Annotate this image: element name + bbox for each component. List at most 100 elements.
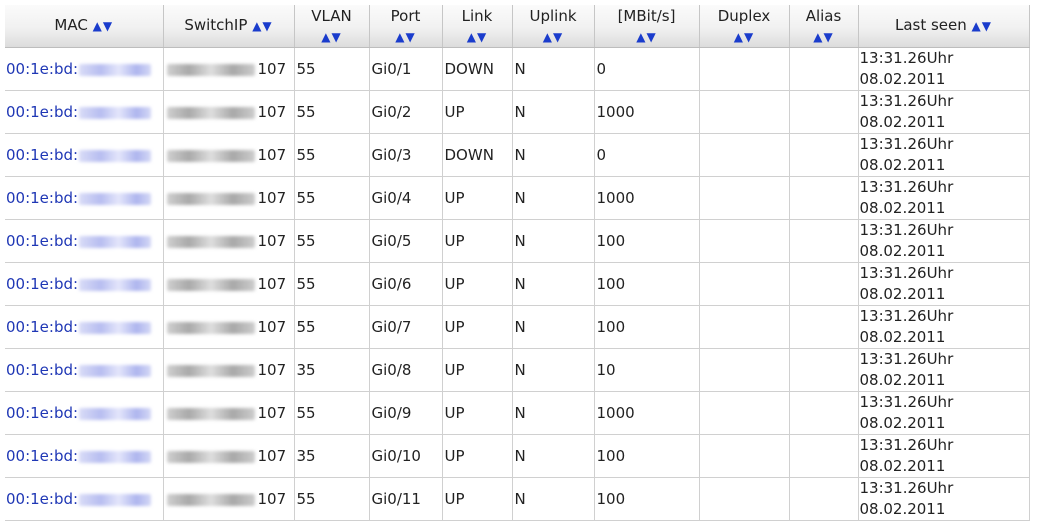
sort-arrows-icon[interactable]: ▲▼ (513, 26, 594, 47)
redacted-mac-suffix (79, 235, 152, 248)
mac-address-link[interactable]: 00:1e:bd: (6, 103, 78, 121)
port-cell: Gi0/10 (369, 434, 443, 478)
sort-arrows-icon[interactable]: ▲▼ (595, 26, 699, 47)
alias-cell (789, 348, 859, 392)
sort-arrows-icon[interactable]: ▲▼ (295, 26, 369, 47)
duplex-cell (699, 305, 790, 349)
link-status-cell: UP (442, 176, 513, 220)
mac-address-cell[interactable]: 00:1e:bd: (5, 434, 164, 478)
mac-address-link[interactable]: 00:1e:bd: (6, 490, 78, 508)
last-seen-date: 08.02.2011 (859, 414, 946, 432)
duplex-cell (699, 434, 790, 478)
table-body: 00:1e:bd: 107 55 Gi0/1 DOWN N 0 13:31.26Uhr 08.0… (5, 47, 1030, 521)
mac-address-cell[interactable]: 00:1e:bd: (5, 176, 164, 220)
redacted-mac-suffix (79, 321, 152, 334)
mac-address-link[interactable]: 00:1e:bd: (6, 232, 78, 250)
alias-cell (789, 90, 859, 134)
redacted-ip-prefix (166, 407, 255, 420)
sort-arrows-icon[interactable]: ▲▼ (972, 19, 992, 33)
alias-cell (789, 262, 859, 306)
link-status-cell: UP (442, 305, 513, 349)
link-status-cell: UP (442, 434, 513, 478)
last-seen-date: 08.02.2011 (859, 156, 946, 174)
switch-ip-cell: 107 (163, 305, 295, 349)
uplink-cell: N (512, 305, 595, 349)
redacted-mac-suffix (79, 106, 152, 119)
mac-address-link[interactable]: 00:1e:bd: (6, 146, 78, 164)
last-seen-time: 13:31.26Uhr (859, 393, 954, 411)
column-header-uplink[interactable]: Uplink ▲▼ (512, 5, 595, 48)
sort-arrows-icon[interactable]: ▲▼ (790, 26, 858, 47)
table-row: 00:1e:bd: 107 55 Gi0/4 UP N 1000 13:31.26Uhr 08.… (5, 176, 1030, 220)
column-header-last-seen[interactable]: Last seen ▲▼ (858, 5, 1030, 48)
mac-address-link[interactable]: 00:1e:bd: (6, 318, 78, 336)
vlan-cell: 55 (294, 305, 370, 349)
link-status-cell: UP (442, 348, 513, 392)
column-header-duplex[interactable]: Duplex ▲▼ (699, 5, 790, 48)
mac-address-cell[interactable]: 00:1e:bd: (5, 219, 164, 263)
duplex-cell (699, 391, 790, 435)
column-header-mac[interactable]: MAC ▲▼ (5, 5, 164, 48)
last-seen-time: 13:31.26Uhr (859, 92, 954, 110)
table-header-row: MAC ▲▼ SwitchIP ▲▼ VLAN ▲▼ Port ▲▼ Link (5, 5, 1030, 48)
mac-address-cell[interactable]: 00:1e:bd: (5, 90, 164, 134)
vlan-cell: 55 (294, 262, 370, 306)
mac-address-cell[interactable]: 00:1e:bd: (5, 47, 164, 91)
speed-cell: 1000 (594, 176, 700, 220)
column-label-mac: MAC (54, 16, 88, 34)
column-header-port[interactable]: Port ▲▼ (369, 5, 443, 48)
redacted-ip-prefix (166, 149, 255, 162)
switch-ip-suffix: 107 (257, 103, 287, 121)
switch-ip-cell: 107 (163, 176, 295, 220)
sort-arrows-icon[interactable]: ▲▼ (700, 26, 789, 47)
duplex-cell (699, 90, 790, 134)
redacted-ip-prefix (166, 278, 255, 291)
redacted-ip-prefix (166, 63, 255, 76)
sort-arrows-icon[interactable]: ▲▼ (370, 26, 442, 47)
speed-cell: 1000 (594, 391, 700, 435)
table-row: 00:1e:bd: 107 55 Gi0/6 UP N 100 13:31.26Uhr 08.0… (5, 262, 1030, 306)
column-header-link[interactable]: Link ▲▼ (442, 5, 513, 48)
speed-cell: 10 (594, 348, 700, 392)
duplex-cell (699, 176, 790, 220)
mac-address-link[interactable]: 00:1e:bd: (6, 361, 78, 379)
mac-address-link[interactable]: 00:1e:bd: (6, 189, 78, 207)
column-header-switchip[interactable]: SwitchIP ▲▼ (163, 5, 295, 48)
mac-address-link[interactable]: 00:1e:bd: (6, 275, 78, 293)
mac-address-link[interactable]: 00:1e:bd: (6, 60, 78, 78)
sort-arrows-icon[interactable]: ▲▼ (93, 19, 113, 33)
uplink-cell: N (512, 391, 595, 435)
mac-address-cell[interactable]: 00:1e:bd: (5, 305, 164, 349)
speed-cell: 1000 (594, 90, 700, 134)
port-cell: Gi0/8 (369, 348, 443, 392)
column-label-speed: [MBit/s] (617, 7, 676, 25)
last-seen-date: 08.02.2011 (859, 371, 946, 389)
mac-address-cell[interactable]: 00:1e:bd: (5, 133, 164, 177)
last-seen-time: 13:31.26Uhr (859, 436, 954, 454)
sort-arrows-icon[interactable]: ▲▼ (443, 26, 512, 47)
table-row: 00:1e:bd: 107 55 Gi0/2 UP N 1000 13:31.26Uhr 08.… (5, 90, 1030, 134)
last-seen-date: 08.02.2011 (859, 242, 946, 260)
mac-address-cell[interactable]: 00:1e:bd: (5, 391, 164, 435)
mac-address-link[interactable]: 00:1e:bd: (6, 404, 78, 422)
port-cell: Gi0/3 (369, 133, 443, 177)
vlan-cell: 55 (294, 47, 370, 91)
mac-address-cell[interactable]: 00:1e:bd: (5, 477, 164, 521)
link-status-cell: UP (442, 262, 513, 306)
last-seen-cell: 13:31.26Uhr 08.02.2011 (858, 90, 1030, 134)
last-seen-date: 08.02.2011 (859, 285, 946, 303)
column-header-alias[interactable]: Alias ▲▼ (789, 5, 859, 48)
uplink-cell: N (512, 176, 595, 220)
sort-arrows-icon[interactable]: ▲▼ (252, 19, 272, 33)
mac-address-link[interactable]: 00:1e:bd: (6, 447, 78, 465)
column-header-vlan[interactable]: VLAN ▲▼ (294, 5, 370, 48)
duplex-cell (699, 262, 790, 306)
column-header-speed[interactable]: [MBit/s] ▲▼ (594, 5, 700, 48)
switch-ip-suffix: 107 (257, 318, 287, 336)
mac-address-cell[interactable]: 00:1e:bd: (5, 262, 164, 306)
last-seen-cell: 13:31.26Uhr 08.02.2011 (858, 434, 1030, 478)
mac-address-cell[interactable]: 00:1e:bd: (5, 348, 164, 392)
uplink-cell: N (512, 434, 595, 478)
switch-ip-suffix: 107 (257, 361, 287, 379)
uplink-cell: N (512, 90, 595, 134)
